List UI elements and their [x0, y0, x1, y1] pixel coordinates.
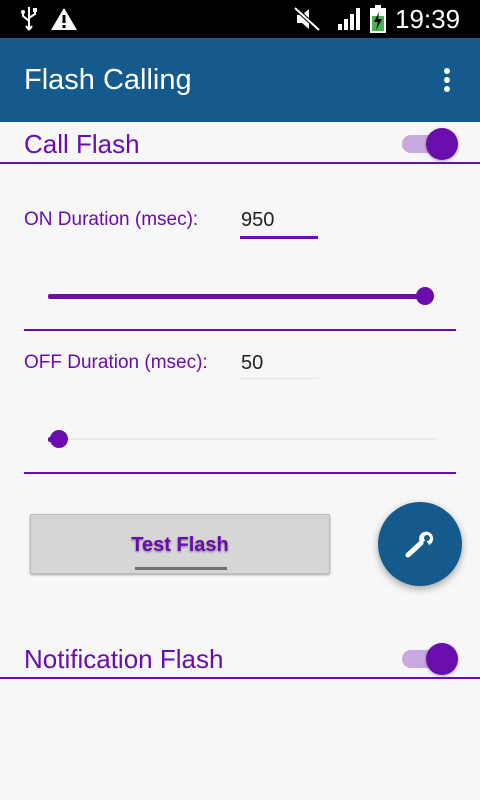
switch-thumb [426, 643, 458, 675]
settings-fab[interactable] [378, 502, 462, 586]
status-clock: 19:39 [395, 4, 461, 34]
off-duration-input[interactable]: 50 [241, 350, 317, 376]
call-flash-title: Call Flash [24, 129, 140, 159]
app-title: Flash Calling [24, 64, 192, 96]
on-duration-label: ON Duration (msec): [24, 209, 199, 230]
battery-charging-icon [370, 5, 386, 33]
slider-knob[interactable] [416, 287, 434, 305]
on-duration-input[interactable]: 950 [241, 207, 317, 233]
on-duration-divider [24, 329, 456, 331]
slider-knob[interactable] [50, 430, 68, 448]
off-duration-input-underline [240, 378, 318, 379]
slider-rail [48, 438, 436, 440]
usb-icon [21, 7, 37, 31]
switch-thumb [426, 128, 458, 160]
status-bar: 19:39 [0, 0, 480, 38]
notification-flash-title: Notification Flash [24, 644, 224, 674]
button-focus-underline [135, 567, 227, 570]
wrench-icon [405, 531, 434, 558]
off-duration-slider[interactable] [48, 424, 436, 454]
test-flash-button[interactable]: Test Flash [30, 514, 330, 574]
app-screen: 19:39 Flash Calling Call Flash ON Durati… [0, 0, 480, 800]
overflow-menu-icon[interactable] [434, 64, 460, 96]
off-duration-divider [24, 472, 456, 474]
slider-fill [48, 294, 425, 299]
mute-icon [293, 6, 321, 32]
on-duration-input-underline [240, 236, 318, 239]
call-flash-switch[interactable] [400, 126, 460, 160]
call-flash-divider [0, 162, 480, 164]
app-bar: Flash Calling [0, 38, 480, 122]
notification-flash-divider [0, 677, 480, 679]
notification-flash-switch[interactable] [400, 641, 460, 675]
test-flash-button-label: Test Flash [131, 534, 229, 556]
on-duration-slider[interactable] [48, 281, 436, 311]
warning-icon [51, 8, 77, 30]
signal-icon [338, 8, 360, 30]
off-duration-label: OFF Duration (msec): [24, 352, 208, 373]
